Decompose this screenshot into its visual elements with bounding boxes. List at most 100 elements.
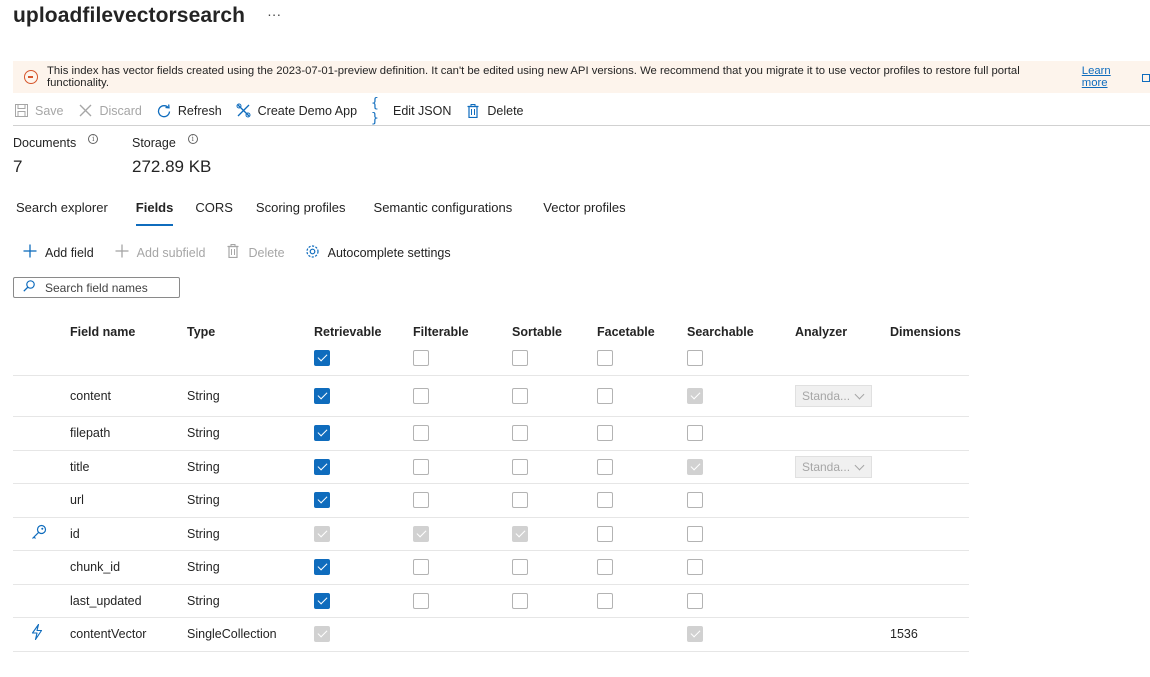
field-type-cell: String <box>187 526 220 541</box>
add-subfield-button[interactable]: Add subfield <box>114 244 205 262</box>
documents-label: Documents <box>13 136 77 150</box>
save-button[interactable]: Save <box>13 99 64 123</box>
warning-icon <box>24 70 38 84</box>
storage-label: Storage <box>132 136 176 150</box>
column-header-facetable[interactable]: Facetable <box>597 325 655 339</box>
filterable-checkbox[interactable] <box>413 458 429 475</box>
sortable-checkbox[interactable] <box>512 559 528 576</box>
column-header-analyzer[interactable]: Analyzer <box>795 325 847 339</box>
retrievable-checkbox[interactable] <box>314 559 330 576</box>
facetable-checkbox[interactable] <box>597 559 613 576</box>
retrievable-checkbox[interactable] <box>314 626 330 643</box>
facetable-checkbox[interactable] <box>597 388 613 404</box>
searchable-checkbox[interactable] <box>687 425 703 442</box>
retrievable-checkbox[interactable] <box>314 525 330 542</box>
retrievable-checkbox[interactable] <box>314 492 330 509</box>
retrievable-checkbox[interactable] <box>314 388 330 404</box>
filterable-checkbox[interactable] <box>413 388 429 404</box>
search-input[interactable] <box>45 280 175 295</box>
table-row[interactable]: filepath String <box>13 417 969 451</box>
searchable-checkbox[interactable] <box>687 492 703 509</box>
tab-semantic-configurations[interactable]: Semantic configurations <box>374 200 513 226</box>
table-row[interactable]: url String <box>13 484 969 518</box>
edit-json-label: Edit JSON <box>393 103 452 118</box>
filterable-checkbox[interactable] <box>413 592 429 609</box>
table-row[interactable]: chunk_id String <box>13 551 969 585</box>
searchable-checkbox[interactable] <box>687 626 703 643</box>
dimensions-cell: 1536 <box>890 627 918 642</box>
refresh-button[interactable]: Refresh <box>156 99 222 123</box>
retrievable-checkbox[interactable] <box>314 592 330 609</box>
fields-grid: Field name Type Retrievable Filterable S… <box>13 316 969 652</box>
filterable-checkbox[interactable] <box>413 425 429 442</box>
field-type-cell: String <box>187 426 220 441</box>
analyzer-dropdown[interactable]: Standa... <box>795 455 872 478</box>
delete-field-button[interactable]: Delete <box>225 244 285 262</box>
select-all-searchable-checkbox[interactable] <box>687 350 703 366</box>
learn-more-link[interactable]: Learn more <box>1082 65 1139 89</box>
table-row[interactable]: title String Standa... <box>13 451 969 484</box>
add-field-button[interactable]: Add field <box>22 244 94 262</box>
more-options-icon[interactable]: ··· <box>267 6 281 22</box>
select-all-filterable-checkbox[interactable] <box>413 350 429 366</box>
facetable-checkbox[interactable] <box>597 525 613 542</box>
filterable-checkbox[interactable] <box>413 559 429 576</box>
tab-search-explorer[interactable]: Search explorer <box>16 200 108 226</box>
edit-json-button[interactable]: { } Edit JSON <box>371 95 452 126</box>
storage-stat: Storage i 272.89 KB <box>132 134 211 177</box>
select-all-sortable-checkbox[interactable] <box>512 350 528 366</box>
sortable-checkbox[interactable] <box>512 388 528 404</box>
field-name-cell: contentVector <box>70 627 147 642</box>
braces-icon: { } <box>371 95 379 126</box>
delete-button[interactable]: Delete <box>465 99 524 123</box>
filterable-checkbox[interactable] <box>413 525 429 542</box>
sortable-checkbox[interactable] <box>512 458 528 475</box>
discard-button[interactable]: Discard <box>78 99 142 123</box>
table-row[interactable]: content String Standa... <box>13 376 969 417</box>
retrievable-checkbox[interactable] <box>314 425 330 442</box>
searchable-checkbox[interactable] <box>687 559 703 576</box>
searchable-checkbox[interactable] <box>687 525 703 542</box>
column-header-type[interactable]: Type <box>187 325 215 339</box>
column-header-retrievable[interactable]: Retrievable <box>314 325 381 339</box>
field-name-cell: title <box>70 459 90 474</box>
filterable-checkbox[interactable] <box>413 492 429 509</box>
tab-fields[interactable]: Fields <box>135 200 173 226</box>
facetable-checkbox[interactable] <box>597 592 613 609</box>
searchable-checkbox[interactable] <box>687 592 703 609</box>
retrievable-checkbox[interactable] <box>314 458 330 475</box>
tab-scoring-profiles[interactable]: Scoring profiles <box>256 200 346 226</box>
field-name-cell: filepath <box>70 426 111 441</box>
table-row[interactable]: id String <box>13 518 969 551</box>
create-demo-app-button[interactable]: Create Demo App <box>236 99 357 123</box>
info-icon[interactable]: i <box>88 134 99 144</box>
tab-vector-profiles[interactable]: Vector profiles <box>543 200 625 226</box>
column-header-sortable[interactable]: Sortable <box>512 325 562 339</box>
tab-cors[interactable]: CORS <box>195 200 233 226</box>
analyzer-dropdown[interactable]: Standa... <box>795 385 872 407</box>
grid-body: content String Standa... filepath String titl… <box>13 376 969 652</box>
table-row[interactable]: last_updated String <box>13 585 969 618</box>
toolbar: Save Discard Refresh Create Demo App { }… <box>13 96 1150 126</box>
sortable-checkbox[interactable] <box>512 592 528 609</box>
column-header-dimensions[interactable]: Dimensions <box>890 325 961 339</box>
sortable-checkbox[interactable] <box>512 525 528 542</box>
facetable-checkbox[interactable] <box>597 425 613 442</box>
sortable-checkbox[interactable] <box>512 492 528 509</box>
column-header-field-name[interactable]: Field name <box>70 325 135 339</box>
info-icon[interactable]: i <box>187 134 198 144</box>
table-row[interactable]: contentVector SingleCollection 1536 <box>13 618 969 652</box>
external-link-icon <box>1142 74 1150 82</box>
select-all-retrievable-checkbox[interactable] <box>314 350 330 366</box>
column-header-searchable[interactable]: Searchable <box>687 325 754 339</box>
facetable-checkbox[interactable] <box>597 458 613 475</box>
plus-icon <box>22 244 38 262</box>
searchable-checkbox[interactable] <box>687 458 703 475</box>
chevron-down-icon <box>854 460 865 471</box>
column-header-filterable[interactable]: Filterable <box>413 325 469 339</box>
select-all-facetable-checkbox[interactable] <box>597 350 613 366</box>
searchable-checkbox[interactable] <box>687 388 703 404</box>
facetable-checkbox[interactable] <box>597 492 613 509</box>
autocomplete-settings-button[interactable]: Autocomplete settings <box>305 244 451 263</box>
sortable-checkbox[interactable] <box>512 425 528 442</box>
